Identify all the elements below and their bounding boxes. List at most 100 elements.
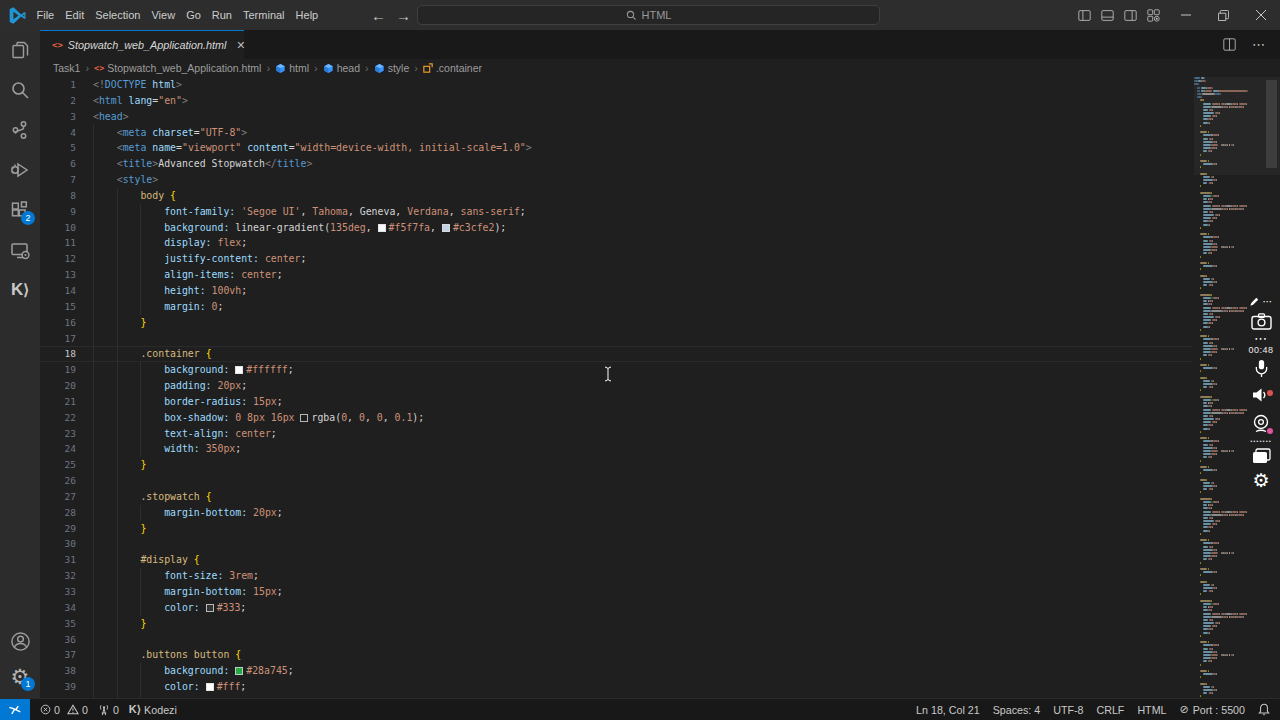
menu-edit[interactable]: Edit	[60, 0, 90, 30]
code-line[interactable]: 20 padding: 20px;	[40, 378, 1193, 394]
tab-close-icon[interactable]: ✕	[236, 39, 245, 52]
code-line[interactable]: 8 body {	[40, 188, 1193, 204]
breadcrumb-html[interactable]: html	[275, 62, 309, 74]
code-line[interactable]: 2<html lang="en">	[40, 93, 1193, 109]
code-line[interactable]: 25 }	[40, 457, 1193, 473]
code-line[interactable]: 29 }	[40, 521, 1193, 537]
code-line[interactable]: 17	[40, 331, 1193, 347]
breadcrumb-style[interactable]: style	[374, 62, 410, 74]
code-line[interactable]: 30	[40, 536, 1193, 552]
breadcrumb-file[interactable]: <> Stopwatch_web_Application.html	[94, 62, 261, 74]
remote-indicator[interactable]	[0, 699, 30, 720]
encoding[interactable]: UTF-8	[1053, 704, 1083, 716]
problems-indicator[interactable]: 0 0	[40, 704, 88, 716]
language-mode[interactable]: HTML	[1137, 704, 1166, 716]
explorer-icon[interactable]	[0, 30, 40, 70]
code-editor[interactable]: 1<!DOCTYPE html>2<html lang="en">3<head>…	[40, 77, 1193, 698]
code-line[interactable]: 28 margin-bottom: 20px;	[40, 505, 1193, 521]
run-debug-icon[interactable]	[0, 150, 40, 190]
code-line[interactable]: 7 <style>	[40, 172, 1193, 188]
microphone-icon[interactable]	[1254, 359, 1269, 378]
live-server-port[interactable]: ⊘ Port : 5500	[1179, 703, 1245, 716]
customize-layout-icon[interactable]	[1147, 9, 1160, 22]
code-line[interactable]: 14 height: 100vh;	[40, 283, 1193, 299]
tab-stopwatch-file[interactable]: <> Stopwatch_web_Application.html ✕	[40, 30, 244, 59]
code-line[interactable]: 39 color: #fff;	[40, 679, 1193, 695]
code-line[interactable]: 24 width: 350px;	[40, 441, 1193, 457]
color-swatch[interactable]	[235, 667, 243, 675]
code-line[interactable]: 9 font-family: 'Segoe UI', Tahoma, Genev…	[40, 204, 1193, 220]
account-icon[interactable]	[0, 621, 40, 661]
recorder-menu-icon[interactable]: ⋯	[1254, 336, 1268, 342]
code-line[interactable]: 16 }	[40, 315, 1193, 331]
code-line[interactable]: 15 margin: 0;	[40, 299, 1193, 315]
annotate-tool[interactable]: ⋯	[1249, 296, 1274, 307]
color-swatch[interactable]	[300, 414, 308, 422]
toggle-panel-icon[interactable]	[1101, 9, 1114, 22]
code-line[interactable]: 19 background: #ffffff;	[40, 362, 1193, 378]
code-line[interactable]: 3<head>	[40, 109, 1193, 125]
color-swatch[interactable]	[206, 604, 214, 612]
indentation[interactable]: Spaces: 4	[993, 704, 1041, 716]
code-line[interactable]: 6 <title>Advanced Stopwatch</title>	[40, 156, 1193, 172]
color-swatch[interactable]	[442, 224, 450, 232]
nav-back-icon[interactable]: ←	[366, 7, 391, 24]
kodezi-activity-icon[interactable]: K⟩	[0, 270, 40, 310]
scrollbar-thumb[interactable]	[1266, 80, 1277, 168]
source-control-icon[interactable]	[0, 110, 40, 150]
code-line[interactable]: 34 color: #333;	[40, 600, 1193, 616]
nav-forward-icon[interactable]: →	[391, 7, 416, 24]
search-icon[interactable]	[0, 70, 40, 110]
code-line[interactable]: 38 background: #28a745;	[40, 663, 1193, 679]
color-swatch[interactable]	[378, 224, 386, 232]
code-line[interactable]: 27 .stopwatch {	[40, 489, 1193, 505]
split-editor-icon[interactable]	[1223, 38, 1236, 51]
code-line[interactable]: 35 }	[40, 616, 1193, 632]
kodezi-status[interactable]: K⟩ Kodezi	[129, 703, 177, 716]
remote-explorer-icon[interactable]	[0, 231, 40, 271]
code-line[interactable]: 13 align-items: center;	[40, 267, 1193, 283]
close-button[interactable]	[1255, 9, 1267, 21]
screenshot-camera-icon[interactable]	[1251, 313, 1272, 330]
color-swatch[interactable]	[206, 683, 214, 691]
code-line[interactable]: 22 box-shadow: 0 8px 16px rgba(0, 0, 0, …	[40, 410, 1193, 426]
color-swatch[interactable]	[235, 366, 243, 374]
code-line[interactable]: 10 background: linear-gradient(135deg, #…	[40, 220, 1193, 236]
more-actions-icon[interactable]: ⋯	[1252, 37, 1266, 52]
toggle-secondary-sidebar-icon[interactable]	[1124, 9, 1137, 22]
eol-sequence[interactable]: CRLF	[1096, 704, 1124, 716]
menu-view[interactable]: View	[146, 0, 181, 30]
toggle-sidebar-icon[interactable]	[1078, 9, 1091, 22]
extensions-icon[interactable]: 2	[0, 191, 40, 231]
code-line[interactable]: 21 border-radius: 15px;	[40, 394, 1193, 410]
breadcrumb-folder[interactable]: Task1	[53, 62, 80, 74]
notifications-bell[interactable]	[1258, 703, 1270, 716]
breadcrumb-head[interactable]: head	[323, 62, 360, 74]
code-line[interactable]: 37 .buttons button {	[40, 647, 1193, 663]
breadcrumb-container-rule[interactable]: .container	[423, 62, 482, 74]
menu-terminal[interactable]: Terminal	[238, 0, 291, 30]
code-line[interactable]: 5 <meta name="viewport" content="width=d…	[40, 140, 1193, 156]
code-line[interactable]: 33 margin-bottom: 15px;	[40, 584, 1193, 600]
code-line[interactable]: 32 font-size: 3rem;	[40, 568, 1193, 584]
settings-gear-icon[interactable]: ⚙ 1	[0, 657, 40, 697]
menu-file[interactable]: File	[31, 0, 60, 30]
code-line[interactable]: 11 display: flex;	[40, 235, 1193, 251]
code-line[interactable]: 18 .container {	[40, 346, 1193, 362]
minimize-button[interactable]	[1180, 9, 1192, 21]
code-line[interactable]: 31 #display {	[40, 552, 1193, 568]
cursor-position[interactable]: Ln 18, Col 21	[916, 704, 980, 716]
volume-control[interactable]	[1252, 387, 1270, 407]
recorder-settings-gear-icon[interactable]: ⚙	[1252, 471, 1269, 490]
code-line[interactable]: 36	[40, 632, 1193, 648]
menu-help[interactable]: Help	[290, 0, 324, 30]
webcam-control[interactable]	[1252, 414, 1270, 437]
menu-go[interactable]: Go	[181, 0, 207, 30]
ports-indicator[interactable]: 0	[98, 704, 119, 716]
code-line[interactable]: 4 <meta charset="UTF-8">	[40, 125, 1193, 141]
command-center-search[interactable]: HTML	[417, 5, 880, 25]
menu-run[interactable]: Run	[206, 0, 237, 30]
windows-icon[interactable]	[1252, 448, 1271, 465]
code-line[interactable]: 26	[40, 473, 1193, 489]
maximize-button[interactable]	[1218, 10, 1229, 21]
